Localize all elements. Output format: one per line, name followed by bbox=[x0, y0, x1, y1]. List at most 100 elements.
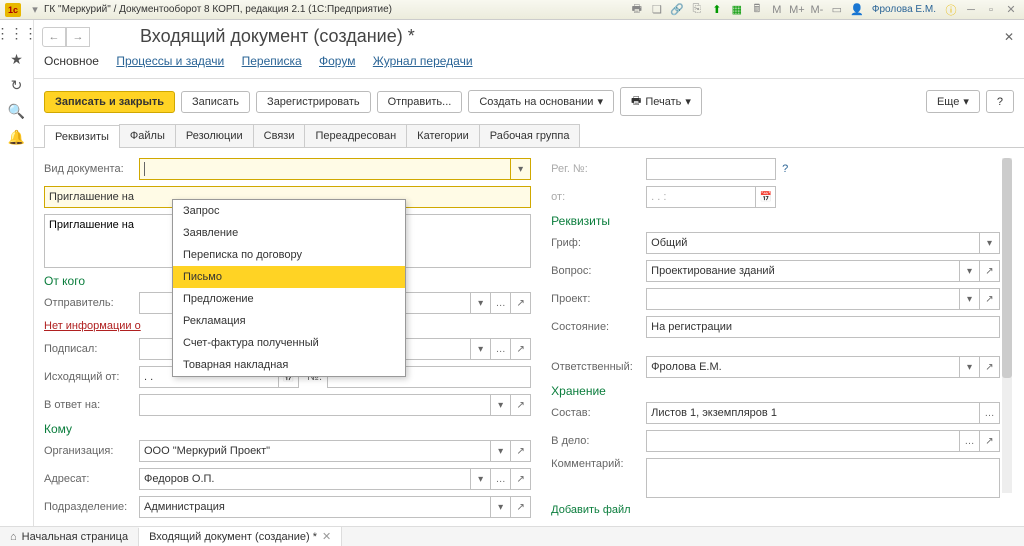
max-icon[interactable]: ▫ bbox=[983, 3, 999, 17]
doc-type-field[interactable] bbox=[139, 158, 511, 180]
min-icon[interactable]: ─ bbox=[963, 3, 979, 17]
dropdown-icon[interactable]: ▾ bbox=[491, 440, 511, 462]
open-icon[interactable]: ↗ bbox=[511, 394, 531, 416]
grif-field[interactable]: Общий bbox=[646, 232, 980, 254]
open-icon[interactable]: ↗ bbox=[980, 356, 1000, 378]
open-icon[interactable]: ↗ bbox=[511, 292, 531, 314]
composition-field[interactable]: Листов 1, экземпляров 1 bbox=[646, 402, 980, 424]
apps-icon[interactable]: ⋮⋮⋮ bbox=[8, 24, 26, 42]
dropitem[interactable]: Счет-фактура полученный bbox=[173, 332, 405, 354]
dropdown-icon[interactable]: ▾ bbox=[471, 468, 491, 490]
responsible-field[interactable]: Фролова Е.М. bbox=[646, 356, 960, 378]
nav-processes[interactable]: Процессы и задачи bbox=[116, 54, 224, 68]
box-icon[interactable]: ▭ bbox=[829, 3, 845, 17]
user-name[interactable]: Фролова Е.М. bbox=[872, 4, 936, 15]
calendar-icon[interactable]: 📅 bbox=[756, 186, 776, 208]
from-date-field[interactable]: . . : bbox=[646, 186, 756, 208]
calc-icon[interactable]: 🖩 bbox=[749, 3, 765, 17]
dropitem-selected[interactable]: Письмо bbox=[173, 266, 405, 288]
link-icon[interactable]: 🔗 bbox=[669, 3, 685, 17]
register-button[interactable]: Зарегистрировать bbox=[256, 91, 371, 113]
more-button[interactable]: Еще ▾ bbox=[926, 90, 980, 113]
addfile-link[interactable]: Добавить файл bbox=[551, 504, 1000, 516]
forward-button[interactable]: → bbox=[66, 27, 90, 47]
ellipsis-icon[interactable]: … bbox=[491, 468, 511, 490]
question-field[interactable]: Проектирование зданий bbox=[646, 260, 960, 282]
tab-workgroup[interactable]: Рабочая группа bbox=[479, 124, 581, 147]
m2-icon[interactable]: M+ bbox=[789, 3, 805, 17]
open-icon[interactable]: ↗ bbox=[511, 496, 531, 518]
state-field[interactable]: На регистрации bbox=[646, 316, 1000, 338]
dropitem[interactable]: Товарная накладная bbox=[173, 354, 405, 376]
open-icon[interactable]: ↗ bbox=[511, 440, 531, 462]
dropitem[interactable]: Предложение bbox=[173, 288, 405, 310]
dept-field[interactable]: Администрация bbox=[139, 496, 491, 518]
dropdown-icon[interactable]: ▾ bbox=[471, 292, 491, 314]
open-icon[interactable]: ↗ bbox=[511, 338, 531, 360]
back-button[interactable]: ← bbox=[42, 27, 66, 47]
search-icon[interactable]: 🔍 bbox=[8, 102, 26, 120]
dropdown-icon[interactable]: ▾ bbox=[960, 288, 980, 310]
doc-icon[interactable]: ⎘ bbox=[689, 3, 705, 17]
dropdown-icon[interactable]: ▾ bbox=[471, 338, 491, 360]
dropdown-icon[interactable]: ▾ bbox=[27, 3, 43, 17]
regnum-help-icon[interactable]: ? bbox=[782, 163, 788, 175]
org-field[interactable]: ООО "Меркурий Проект" bbox=[139, 440, 491, 462]
open-icon[interactable]: ↗ bbox=[980, 430, 1000, 452]
dropitem[interactable]: Рекламация bbox=[173, 310, 405, 332]
nav-journal[interactable]: Журнал передачи bbox=[373, 54, 473, 68]
tab-links[interactable]: Связи bbox=[253, 124, 306, 147]
comment-field[interactable] bbox=[646, 458, 1000, 498]
bell-icon[interactable]: 🔔 bbox=[8, 128, 26, 146]
dropdown-icon[interactable]: ▾ bbox=[980, 232, 1000, 254]
close-icon[interactable]: ✕ bbox=[1003, 3, 1019, 17]
compare-icon[interactable]: ❏ bbox=[649, 3, 665, 17]
reply-field[interactable] bbox=[139, 394, 491, 416]
todeal-field[interactable] bbox=[646, 430, 960, 452]
scrollthumb[interactable] bbox=[1002, 158, 1012, 378]
nav-main[interactable]: Основное bbox=[44, 54, 99, 68]
arrow-icon[interactable]: ⬆ bbox=[709, 3, 725, 17]
m1-icon[interactable]: M bbox=[769, 3, 785, 17]
dropitem[interactable]: Запрос bbox=[173, 200, 405, 222]
dropdown-icon[interactable]: ▾ bbox=[960, 356, 980, 378]
dropdown-icon[interactable]: ▾ bbox=[491, 496, 511, 518]
dropitem[interactable]: Переписка по договору bbox=[173, 244, 405, 266]
dropdown-icon[interactable]: ▾ bbox=[960, 260, 980, 282]
print-icon[interactable]: 🖶 bbox=[629, 3, 645, 17]
ellipsis-icon[interactable]: … bbox=[491, 338, 511, 360]
tab-resolutions[interactable]: Резолюции bbox=[175, 124, 254, 147]
ellipsis-icon[interactable]: … bbox=[980, 402, 1000, 424]
print-button[interactable]: 🖶 Печать ▾ bbox=[620, 87, 702, 116]
create-based-button[interactable]: Создать на основании ▾ bbox=[468, 90, 614, 113]
m3-icon[interactable]: M- bbox=[809, 3, 825, 17]
history-icon[interactable]: ↻ bbox=[8, 76, 26, 94]
open-icon[interactable]: ↗ bbox=[980, 260, 1000, 282]
doc-type-dropdown-icon[interactable]: ▾ bbox=[511, 158, 531, 180]
info-icon[interactable]: ⓘ bbox=[943, 3, 959, 17]
regnum-field[interactable] bbox=[646, 158, 776, 180]
tab-categories[interactable]: Категории bbox=[406, 124, 480, 147]
project-field[interactable] bbox=[646, 288, 960, 310]
open-icon[interactable]: ↗ bbox=[980, 288, 1000, 310]
grid-icon[interactable]: ▦ bbox=[729, 3, 745, 17]
send-button[interactable]: Отправить... bbox=[377, 91, 463, 113]
no-info-link[interactable]: Нет информации о bbox=[44, 320, 141, 332]
help-button[interactable]: ? bbox=[986, 90, 1014, 113]
nav-correspondence[interactable]: Переписка bbox=[242, 54, 302, 68]
save-button[interactable]: Записать bbox=[181, 91, 250, 113]
star-icon[interactable]: ★ bbox=[8, 50, 26, 68]
nav-forum[interactable]: Форум bbox=[319, 54, 355, 68]
dropitem[interactable]: Заявление bbox=[173, 222, 405, 244]
tab-readdressed[interactable]: Переадресован bbox=[304, 124, 407, 147]
close-icon[interactable]: ✕ bbox=[322, 530, 331, 543]
ellipsis-icon[interactable]: … bbox=[491, 292, 511, 314]
save-close-button[interactable]: Записать и закрыть bbox=[44, 91, 175, 113]
addressee-field[interactable]: Федоров О.П. bbox=[139, 468, 471, 490]
user-icon[interactable]: 👤 bbox=[849, 3, 865, 17]
home-tab[interactable]: ⌂ Начальная страница bbox=[0, 528, 139, 546]
close-tab-icon[interactable]: ✕ bbox=[1004, 30, 1014, 44]
open-icon[interactable]: ↗ bbox=[511, 468, 531, 490]
dropdown-icon[interactable]: ▾ bbox=[491, 394, 511, 416]
tab-requisites[interactable]: Реквизиты bbox=[44, 125, 120, 148]
